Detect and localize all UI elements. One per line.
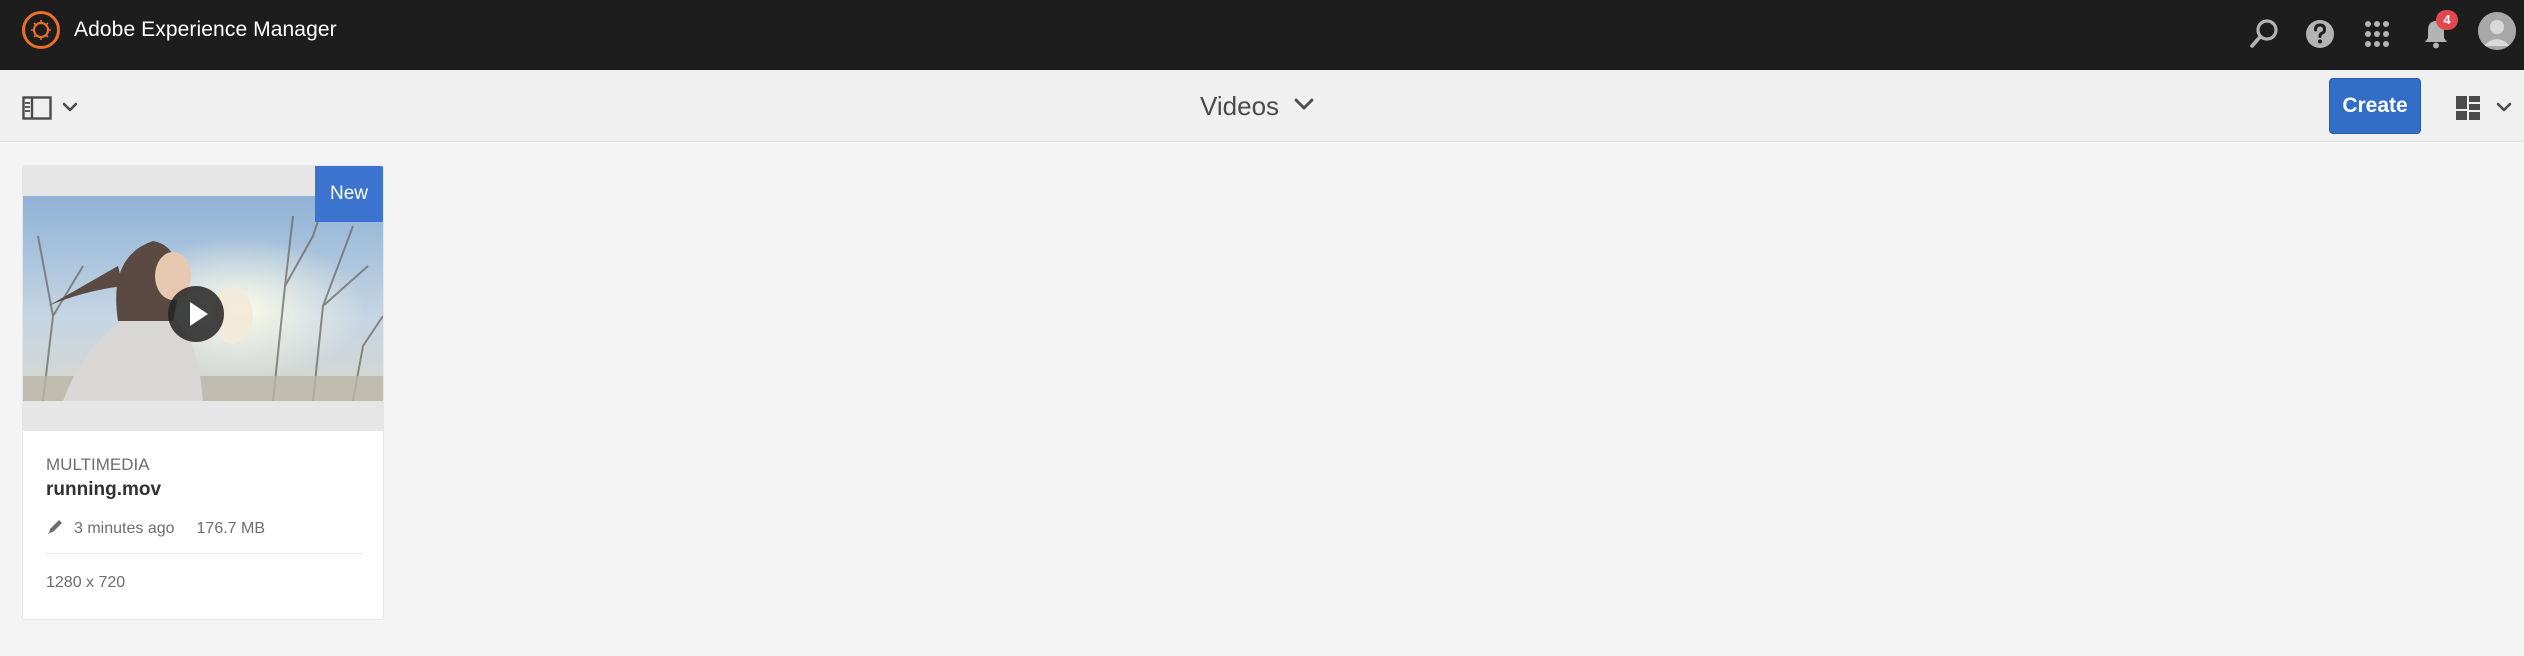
pencil-icon: [46, 518, 64, 541]
shell-header: Adobe Experience Manager 4: [0, 0, 2524, 70]
modified-time: 3 minutes ago: [74, 520, 175, 537]
new-badge: New: [315, 166, 383, 222]
asset-type: MULTIMEDIA: [46, 455, 150, 474]
rail-toggle-button[interactable]: [22, 94, 84, 122]
asset-title[interactable]: running.mov: [46, 479, 161, 501]
video-thumbnail-image: [23, 196, 383, 401]
create-button[interactable]: Create: [2329, 78, 2421, 134]
chevron-down-icon: [1293, 96, 1315, 117]
apps-grid-icon[interactable]: [2359, 16, 2395, 52]
card-divider: [46, 553, 362, 554]
view-switcher[interactable]: [2454, 94, 2516, 122]
search-icon[interactable]: [2246, 16, 2282, 52]
asset-dimensions: 1280 x 720: [46, 574, 126, 591]
asset-thumbnail[interactable]: New: [23, 166, 383, 431]
file-size: 176.7 MB: [196, 520, 265, 537]
adobe-logo-icon[interactable]: [22, 11, 60, 49]
asset-card[interactable]: New MULTIMEDIA running.mov 3 minutes ago…: [22, 165, 384, 620]
asset-meta: 3 minutes ago 176.7 MB: [46, 518, 265, 540]
app-title[interactable]: Adobe Experience Manager: [74, 18, 337, 42]
user-avatar[interactable]: [2478, 12, 2516, 50]
play-icon[interactable]: [168, 286, 224, 342]
folder-title-dropdown[interactable]: Videos: [1200, 88, 1315, 124]
help-icon[interactable]: [2302, 16, 2338, 52]
page-title: Videos: [1200, 90, 1280, 121]
action-bar: Videos Create: [0, 70, 2524, 142]
notification-count-badge: 4: [2436, 10, 2458, 30]
